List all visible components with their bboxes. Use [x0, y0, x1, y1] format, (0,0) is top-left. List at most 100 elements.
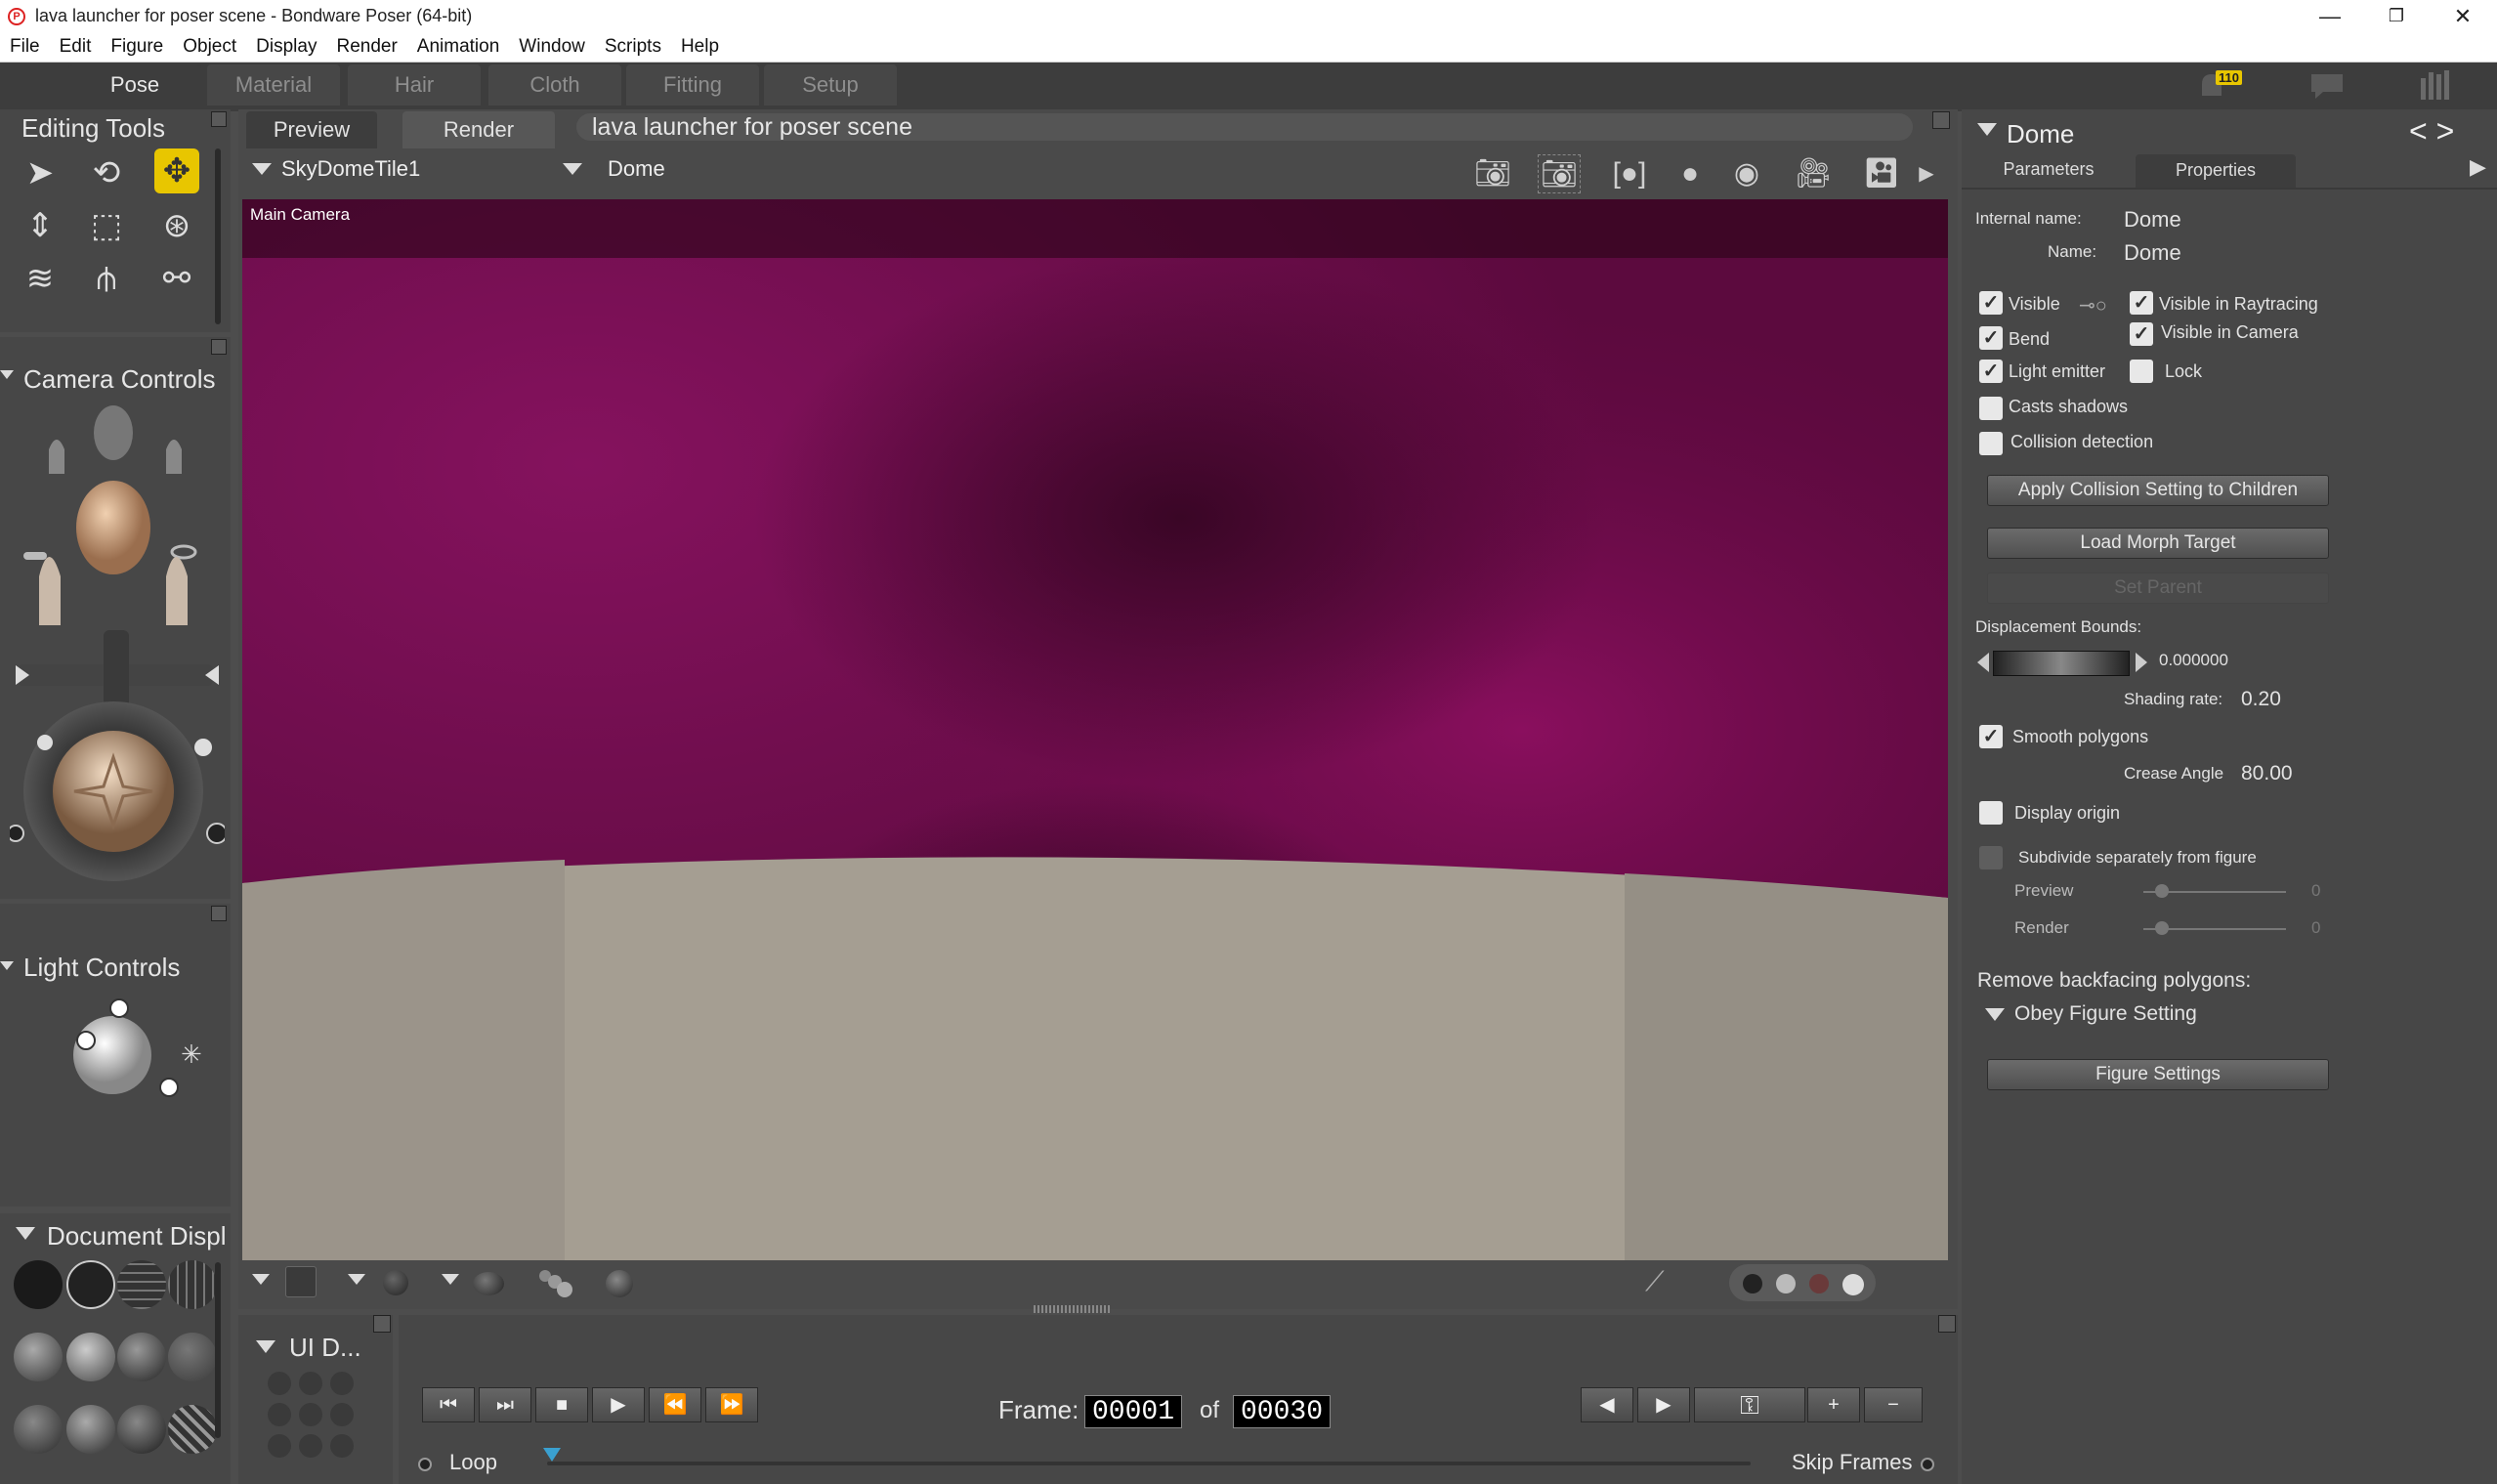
display-mode-dot-4[interactable]	[1842, 1274, 1864, 1295]
menu-render[interactable]: Render	[336, 36, 397, 58]
tab-fitting[interactable]: Fitting	[626, 64, 759, 106]
panel-menu-icon[interactable]	[211, 906, 227, 921]
panel-menu-icon[interactable]	[211, 111, 227, 127]
ground-shadow-icon[interactable]	[473, 1272, 504, 1295]
taper-tool-icon[interactable]: ≋	[18, 256, 63, 301]
menu-file[interactable]: File	[10, 36, 40, 58]
display-style-flat-lined[interactable]	[117, 1333, 166, 1381]
menu-figure[interactable]: Figure	[110, 36, 163, 58]
memory-dots-grid[interactable]	[266, 1370, 360, 1467]
timeline-playhead[interactable]	[543, 1448, 561, 1462]
rotate-tool-icon[interactable]: ⟲	[84, 150, 129, 195]
backfacing-dropdown-arrow-icon[interactable]	[1985, 1008, 2005, 1026]
collapse-triangle-icon[interactable]	[1977, 123, 1997, 141]
visible-in-raytracing-checkbox[interactable]: ✓	[2130, 291, 2153, 315]
collapse-triangle-icon[interactable]	[0, 366, 14, 384]
delete-keyframe-button[interactable]: −	[1864, 1387, 1923, 1422]
visible-checkbox[interactable]: ✓	[1979, 291, 2003, 315]
tab-preview[interactable]: Preview	[246, 111, 377, 148]
figure-settings-button[interactable]: Figure Settings	[1987, 1059, 2329, 1090]
backfacing-select[interactable]: Obey Figure Setting	[2014, 1002, 2197, 1026]
visible-in-camera-checkbox[interactable]: ✓	[2130, 322, 2153, 346]
display-style-wireframe[interactable]	[117, 1260, 166, 1309]
scrollbar[interactable]	[215, 148, 221, 324]
panel-menu-icon[interactable]	[211, 339, 227, 355]
display-style-shaded[interactable]	[14, 1405, 63, 1454]
first-frame-button[interactable]: ⏮	[422, 1387, 475, 1422]
previous-key-button[interactable]: ◀	[1581, 1387, 1633, 1422]
movie-camera-alt-icon[interactable]: 🎦︎	[1860, 154, 1903, 193]
navigate-arrows-icon[interactable]: < >	[2409, 113, 2454, 149]
menu-object[interactable]: Object	[183, 36, 236, 58]
display-origin-checkbox[interactable]	[1979, 801, 2003, 825]
tab-parameters[interactable]: Parameters	[1969, 154, 2128, 186]
scroll-right-icon[interactable]: ▶	[1915, 154, 1938, 193]
figure-dropdown-arrow-icon[interactable]	[252, 162, 272, 180]
display-dropdown-icon[interactable]	[252, 1272, 270, 1290]
tab-material[interactable]: Material	[207, 64, 340, 106]
timeline-slider-track[interactable]	[547, 1462, 1751, 1465]
chain-break-icon[interactable]: ⫛	[84, 256, 129, 301]
bend-checkbox[interactable]: ✓	[1979, 326, 2003, 350]
menu-animation[interactable]: Animation	[417, 36, 500, 58]
display-style-outline[interactable]	[66, 1260, 115, 1309]
camera-icon[interactable]: 📷︎	[1471, 154, 1514, 193]
light-emitter-checkbox[interactable]: ✓	[1979, 360, 2003, 383]
dot-icon[interactable]: ●	[1669, 154, 1712, 193]
casts-shadows-checkbox[interactable]	[1979, 397, 2003, 420]
last-frame-button[interactable]: ⏭	[479, 1387, 531, 1422]
total-frames-field[interactable]: 00030	[1233, 1395, 1331, 1428]
display-mode-dot-2[interactable]	[1776, 1274, 1796, 1293]
subdivision-preview-thumb[interactable]	[2155, 884, 2169, 898]
subdivision-render-thumb[interactable]	[2155, 921, 2169, 935]
collapse-triangle-icon[interactable]	[256, 1340, 275, 1358]
twist-tool-icon[interactable]: ⊛	[154, 203, 199, 248]
scrollbar[interactable]	[215, 1262, 221, 1438]
chat-icon[interactable]	[2309, 72, 2345, 100]
collapse-triangle-icon[interactable]	[16, 1227, 35, 1245]
add-keyframe-button[interactable]: +	[1807, 1387, 1860, 1422]
actor-dropdown-arrow-icon[interactable]	[563, 162, 582, 180]
select-tool-icon[interactable]: ➤	[18, 150, 63, 195]
display-style-flat-shaded[interactable]	[66, 1333, 115, 1381]
loop-radio[interactable]	[418, 1458, 432, 1471]
current-frame-field[interactable]: 00001	[1084, 1395, 1182, 1428]
display-mode-dot-1[interactable]	[1743, 1274, 1762, 1293]
name-value[interactable]: Dome	[2124, 240, 2181, 266]
close-button[interactable]: ✕	[2429, 0, 2497, 32]
play-button[interactable]: ▶	[592, 1387, 645, 1422]
menu-scripts[interactable]: Scripts	[605, 36, 661, 58]
tab-setup[interactable]: Setup	[764, 64, 897, 106]
menu-edit[interactable]: Edit	[60, 36, 92, 58]
panel-menu-icon[interactable]	[373, 1315, 391, 1333]
displacement-value[interactable]: 0.000000	[2159, 651, 2228, 670]
scene-name-field[interactable]: lava launcher for poser scene	[576, 113, 1913, 141]
previous-frame-button[interactable]: ⏪	[649, 1387, 701, 1422]
edit-keyframes-button[interactable]: ⚿	[1694, 1387, 1805, 1422]
viewport[interactable]: Main Camera	[242, 199, 1948, 1260]
light-sphere-widget[interactable]: ✳	[59, 996, 215, 1104]
background-color-swatch[interactable]	[285, 1266, 317, 1297]
panel-menu-icon[interactable]	[1938, 1315, 1956, 1333]
crease-angle-value[interactable]: 80.00	[2241, 762, 2293, 785]
display-mode-dot-3[interactable]	[1809, 1274, 1829, 1293]
ruler-icon[interactable]: ⟋	[1645, 1266, 1678, 1299]
color-tool-icon[interactable]: ⚯	[154, 256, 199, 301]
displacement-dial[interactable]	[1993, 651, 2130, 676]
shading-rate-value[interactable]: 0.20	[2241, 688, 2281, 711]
display-style-cartoon[interactable]	[168, 1333, 217, 1381]
skip-frames-radio[interactable]	[1921, 1458, 1934, 1471]
display-style-texture-shaded[interactable]	[168, 1405, 217, 1454]
set-parent-button[interactable]: Set Parent	[1987, 572, 2329, 604]
tab-properties[interactable]: Properties	[2136, 154, 2296, 188]
minimize-button[interactable]: —	[2296, 0, 2364, 32]
displacement-decrease-icon[interactable]	[1977, 653, 1989, 672]
collision-detection-checkbox[interactable]	[1979, 432, 2003, 455]
library-icon[interactable]	[2417, 68, 2456, 102]
display-style-lit-wireframe[interactable]	[14, 1333, 63, 1381]
menu-window[interactable]: Window	[519, 36, 585, 58]
display-mode-selector[interactable]	[1729, 1264, 1876, 1301]
menu-help[interactable]: Help	[681, 36, 719, 58]
display-style-silhouette[interactable]	[14, 1260, 63, 1309]
tab-cloth[interactable]: Cloth	[488, 64, 621, 106]
